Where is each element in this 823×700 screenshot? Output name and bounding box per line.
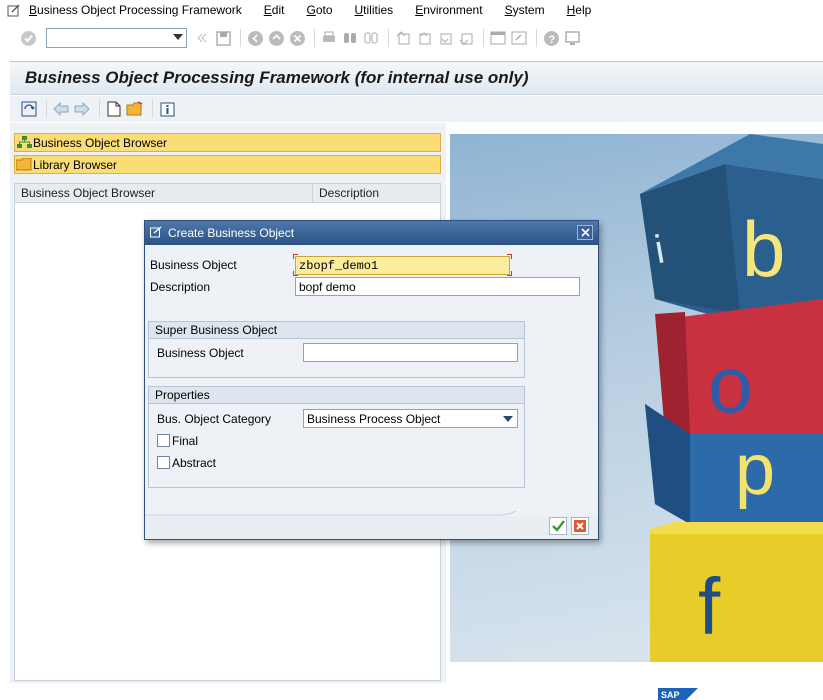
print-icon[interactable] [320, 29, 338, 47]
enter-check-icon[interactable] [19, 29, 37, 47]
create-business-object-dialog: Create Business Object Business Object z… [144, 220, 599, 540]
previous-page-icon[interactable] [415, 29, 433, 47]
cancel-x-icon [574, 520, 586, 532]
description-label: Description [150, 280, 211, 294]
application-toolbar [10, 96, 823, 122]
cancel-icon[interactable] [288, 29, 306, 47]
block-letter-f: f [698, 562, 721, 651]
checkmark-icon [551, 520, 565, 532]
next-page-icon[interactable] [436, 29, 454, 47]
properties-title: Properties [149, 387, 524, 404]
block-letter-o: o [708, 340, 753, 429]
library-browser-bar[interactable]: Library Browser [14, 155, 441, 174]
tree-column-browser[interactable]: Business Object Browser [15, 184, 313, 202]
refresh-icon[interactable] [20, 100, 38, 118]
toolbar-separator [240, 29, 241, 47]
block-letter-p: p [735, 430, 775, 510]
chevron-down-icon[interactable] [503, 416, 513, 422]
find-next-icon[interactable] [362, 29, 380, 47]
toolbar-separator [314, 29, 315, 47]
page-title: Business Object Processing Framework (fo… [25, 68, 529, 87]
tree-header: Business Object Browser Description [15, 184, 440, 203]
hierarchy-icon [15, 134, 33, 151]
toolbar-separator [388, 29, 389, 47]
block-letter-b: b [742, 205, 785, 293]
menu-system[interactable]: System [504, 3, 546, 17]
chevron-down-icon[interactable] [173, 34, 183, 40]
menu-bar: Business Object Processing Framework Edi… [0, 0, 823, 20]
dialog-footer [145, 511, 598, 539]
info-icon[interactable] [158, 100, 176, 118]
menu-help[interactable]: Help [566, 3, 593, 17]
menu-edit[interactable]: Edit [263, 3, 286, 17]
menu-environment[interactable]: Environment [414, 3, 483, 17]
find-icon[interactable] [341, 29, 359, 47]
back-icon[interactable] [246, 29, 264, 47]
exit-icon[interactable] [267, 29, 285, 47]
title-bar: Business Object Processing Framework (fo… [10, 61, 823, 95]
toolbar-separator [483, 29, 484, 47]
create-document-icon[interactable] [105, 100, 123, 118]
new-session-icon[interactable] [489, 29, 507, 47]
confirm-button[interactable] [549, 517, 567, 535]
menu-utilities[interactable]: Utilities [354, 3, 395, 17]
cancel-button[interactable] [571, 517, 589, 535]
business-object-input[interactable]: zbopf_demo1 [295, 256, 510, 275]
menu-window-icon[interactable] [0, 0, 28, 20]
sap-logo: SAP [658, 688, 698, 700]
dialog-close-button[interactable] [577, 225, 593, 240]
final-checkbox[interactable] [157, 434, 170, 447]
close-icon [580, 228, 590, 237]
required-corner-icon [507, 254, 512, 259]
double-left-icon[interactable] [193, 29, 211, 47]
required-corner-icon [293, 271, 298, 276]
category-value: Business Process Object [307, 412, 441, 426]
footer-divider [145, 511, 598, 539]
first-page-icon[interactable] [394, 29, 412, 47]
super-business-object-group: Super Business Object Business Object [148, 321, 525, 378]
last-page-icon[interactable] [457, 29, 475, 47]
open-folder-icon[interactable] [126, 100, 144, 118]
arrow-left-icon[interactable] [52, 100, 70, 118]
required-corner-icon [507, 271, 512, 276]
properties-group: Properties Bus. Object Category Business… [148, 386, 525, 488]
toolbar-separator [99, 100, 100, 118]
dialog-title: Create Business Object [168, 226, 295, 240]
required-corner-icon [293, 254, 298, 259]
toolbar-separator [536, 29, 537, 47]
business-object-browser-label: Business Object Browser [33, 135, 168, 150]
category-label: Bus. Object Category [157, 412, 272, 426]
library-browser-label: Library Browser [33, 157, 118, 172]
shortcut-icon[interactable] [510, 29, 528, 47]
customize-layout-icon[interactable] [563, 29, 581, 47]
toolbar-separator [152, 100, 153, 118]
abstract-checkbox[interactable] [157, 456, 170, 469]
menu-goto[interactable]: Goto [305, 3, 333, 17]
dialog-edit-icon [150, 225, 163, 241]
help-icon[interactable]: ? [542, 29, 560, 47]
toolbar-separator [46, 100, 47, 118]
abstract-label: Abstract [172, 456, 217, 470]
super-business-object-title: Super Business Object [149, 322, 524, 339]
svg-text:?: ? [548, 34, 555, 46]
svg-text:SAP: SAP [661, 690, 680, 700]
system-toolbar: ? [0, 22, 823, 54]
dialog-title-bar: Create Business Object [145, 221, 598, 245]
business-object-browser-bar[interactable]: Business Object Browser [14, 133, 441, 152]
menu-bopf[interactable]: Business Object Processing Framework [28, 3, 243, 17]
category-dropdown[interactable]: Business Process Object [303, 409, 518, 428]
arrow-right-icon[interactable] [73, 100, 91, 118]
tree-column-description[interactable]: Description [313, 184, 385, 202]
description-input[interactable]: bopf demo [295, 277, 580, 296]
super-business-object-input[interactable] [303, 343, 518, 362]
final-label: Final [172, 434, 199, 448]
save-icon[interactable] [214, 29, 232, 47]
super-business-object-label: Business Object [157, 346, 244, 360]
business-object-label: Business Object [150, 258, 237, 272]
command-field[interactable] [46, 28, 187, 48]
folder-icon [15, 156, 33, 173]
